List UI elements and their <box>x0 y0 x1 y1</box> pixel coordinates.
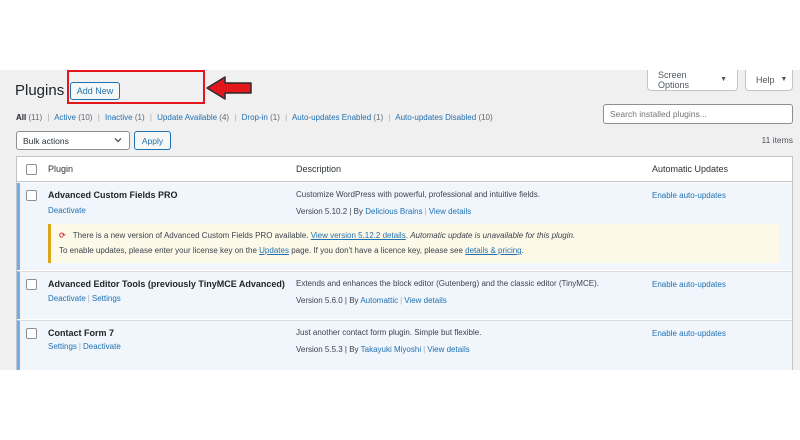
screen-options-button[interactable]: Screen Options ▼ <box>647 70 738 91</box>
settings-link[interactable]: Settings <box>92 294 121 303</box>
filter-count: (4) <box>219 113 230 122</box>
screen-options-label: Screen Options <box>658 70 690 90</box>
plugins-table: Plugin Description Automatic Updates Adv… <box>16 156 793 370</box>
plugin-name: Advanced Custom Fields PRO <box>48 190 178 200</box>
filter-auto-updates-disabled[interactable]: Auto-updates Disabled <box>395 113 476 122</box>
filter-separator: | <box>97 113 100 122</box>
caret-down-icon: ▼ <box>720 76 727 83</box>
caret-down-icon: ▼ <box>780 76 788 83</box>
items-count: 11 items <box>761 135 794 145</box>
plugin-status-filters: All (11) | Active (10) | Inactive (1) | … <box>16 113 493 122</box>
author-link[interactable]: Automattic <box>360 296 398 305</box>
help-label: Help <box>756 74 775 85</box>
enable-auto-updates-link[interactable]: Enable auto-updates <box>652 329 726 338</box>
filter-count: (1) <box>270 113 280 122</box>
filter-active[interactable]: Active <box>54 113 76 122</box>
notice-text: To enable updates, please enter your lic… <box>59 246 257 255</box>
notice-text: There is a new version of Advanced Custo… <box>72 231 309 240</box>
bulk-actions-select[interactable]: Bulk actions <box>16 131 130 150</box>
column-automatic-updates: Automatic Updates <box>652 164 729 174</box>
details-pricing-link[interactable]: details & pricing <box>465 246 521 255</box>
view-details-link[interactable]: View details <box>427 345 470 354</box>
row-checkbox[interactable] <box>26 190 37 201</box>
filter-all[interactable]: All <box>16 113 26 122</box>
author-link[interactable]: Delicious Brains <box>365 207 422 216</box>
filter-separator: | <box>285 113 288 122</box>
filter-auto-updates-enabled[interactable]: Auto-updates Enabled <box>292 113 371 122</box>
author-link[interactable]: Takayuki Miyoshi <box>361 345 421 354</box>
search-plugins-input[interactable] <box>603 104 793 124</box>
updates-link[interactable]: Updates <box>259 246 289 255</box>
filter-count: (1) <box>134 113 145 122</box>
plugin-version: Version 5.6.0 | By <box>296 296 359 305</box>
deactivate-link[interactable]: Deactivate <box>83 342 121 351</box>
enable-auto-updates-link[interactable]: Enable auto-updates <box>652 191 726 200</box>
page-title: Plugins <box>15 82 65 99</box>
plugin-version: Version 5.10.2 | By <box>296 207 364 216</box>
notice-note: Automatic update is unavailable for this… <box>410 231 576 240</box>
red-arrow-icon <box>206 76 252 100</box>
filter-all-count: (11) <box>28 113 43 122</box>
view-version-details-link[interactable]: View version 5.12.2 details <box>311 231 406 240</box>
select-all-checkbox[interactable] <box>26 164 37 175</box>
filter-update-available[interactable]: Update Available <box>157 113 217 122</box>
column-description: Description <box>296 164 342 174</box>
plugin-description: Customize WordPress with powerful, profe… <box>296 190 540 199</box>
plugin-version: Version 5.5.3 | By <box>296 345 359 354</box>
plugin-actions: Deactivate <box>48 206 86 215</box>
row-checkbox[interactable] <box>26 328 37 339</box>
notice-text: page. If you don't have a licence key, p… <box>291 246 463 255</box>
plugin-name: Advanced Editor Tools (previously TinyMC… <box>48 279 285 289</box>
plugin-meta: Version 5.6.0 | By Automattic | View detai… <box>296 296 447 305</box>
filter-separator: | <box>234 113 237 122</box>
bulk-actions-value: Bulk actions <box>23 135 69 146</box>
help-button[interactable]: Help ▼ <box>745 70 793 91</box>
view-details-link[interactable]: View details <box>429 207 472 216</box>
filter-drop-in[interactable]: Drop-in <box>242 113 268 122</box>
filter-separator: | <box>388 113 391 122</box>
plugin-actions: Deactivate | Settings <box>48 294 121 303</box>
table-row: Advanced Custom Fields PRO Deactivate Cu… <box>17 183 792 270</box>
table-header: Plugin Description Automatic Updates <box>17 157 792 182</box>
table-row: Contact Form 7 Settings | Deactivate Just … <box>17 320 792 370</box>
highlight-box <box>67 70 205 104</box>
table-row: Advanced Editor Tools (previously TinyMC… <box>17 271 792 319</box>
filter-inactive[interactable]: Inactive <box>105 113 133 122</box>
admin-content: Screen Options ▼ Help ▼ Plugins Add New … <box>0 70 800 370</box>
plugin-actions: Settings | Deactivate <box>48 342 121 351</box>
plugin-name: Contact Form 7 <box>48 328 115 338</box>
plugin-description: Extends and enhances the block editor (G… <box>296 279 599 288</box>
chevron-down-icon <box>114 138 122 143</box>
filter-separator: | <box>47 113 50 122</box>
filter-count: (10) <box>478 113 493 122</box>
notice-text: . <box>521 246 524 255</box>
filter-count: (10) <box>78 113 93 122</box>
plugin-description: Just another contact form plugin. Simple… <box>296 328 482 337</box>
column-plugin: Plugin <box>48 164 74 174</box>
settings-link[interactable]: Settings <box>48 342 77 351</box>
apply-button[interactable]: Apply <box>134 131 171 150</box>
row-checkbox[interactable] <box>26 279 37 290</box>
update-icon: ⟳ <box>59 231 66 240</box>
view-details-link[interactable]: View details <box>404 296 447 305</box>
enable-auto-updates-link[interactable]: Enable auto-updates <box>652 280 726 289</box>
deactivate-link[interactable]: Deactivate <box>48 294 86 303</box>
filter-count: (1) <box>373 113 384 122</box>
plugin-meta: Version 5.5.3 | By Takayuki Miyoshi | View… <box>296 345 470 354</box>
deactivate-link[interactable]: Deactivate <box>48 206 86 215</box>
filter-separator: | <box>149 113 152 122</box>
plugin-meta: Version 5.10.2 | By Delicious Brains | Vie… <box>296 207 472 216</box>
update-notice: ⟳ There is a new version of Advanced Cus… <box>48 224 779 263</box>
